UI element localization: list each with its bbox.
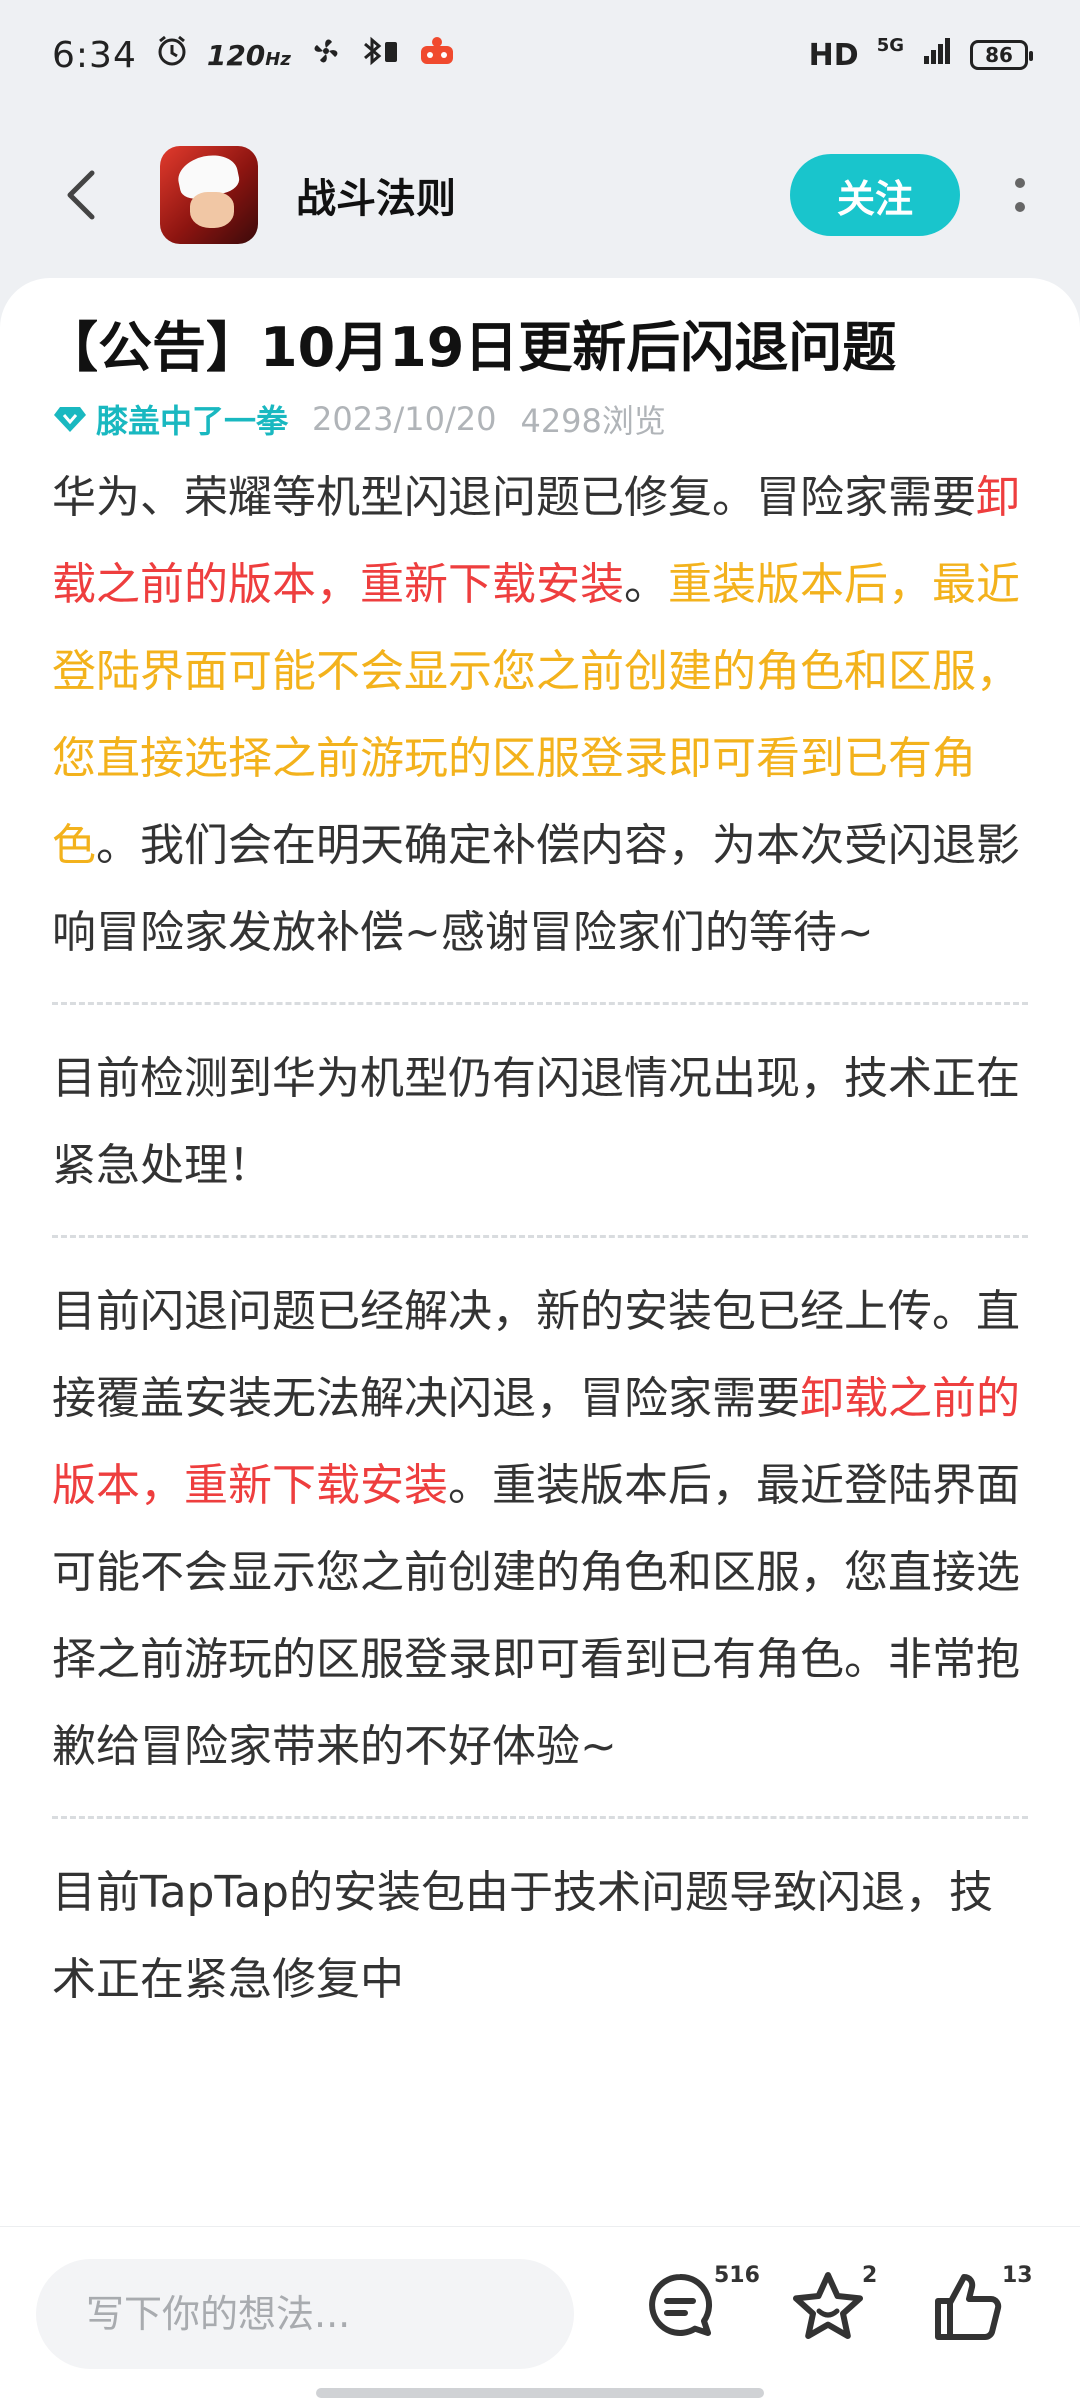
p1-text-b: 。 (624, 559, 668, 610)
post-paragraph-1: 华为、荣耀等机型闪退问题已修复。冒险家需要卸载之前的版本，重新下载安装。重装版本… (52, 454, 1028, 976)
comment-input[interactable] (36, 2259, 574, 2369)
home-indicator[interactable] (316, 2388, 764, 2398)
app-header: 战斗法则 关注 (0, 130, 1080, 260)
back-button[interactable] (40, 155, 120, 235)
post-meta: 膝盖中了一拳 2023/10/20 4298浏览 (52, 394, 1028, 444)
game-app-icon (419, 34, 455, 77)
divider (52, 1002, 1028, 1005)
p1-text-c: 。我们会在明天确定补偿内容，为本次受闪退影响冒险家发放补偿~感谢冒险家们的等待~ (52, 820, 1020, 958)
refresh-rate: 120Hz (207, 39, 291, 72)
divider (52, 1816, 1028, 1819)
p1-text-a: 华为、荣耀等机型闪退问题已修复。冒险家需要 (52, 472, 976, 523)
comment-button[interactable]: 516 (640, 2263, 760, 2357)
status-time: 6:34 (52, 34, 137, 76)
post-paragraph-3: 目前闪退问题已经解决，新的安装包已经上传。直接覆盖安装无法解决闪退，冒险家需要卸… (52, 1268, 1028, 1790)
network-hd: HD (808, 37, 859, 73)
fan-icon (309, 34, 343, 77)
network-gen: 5G (876, 34, 904, 56)
bottom-action-bar: 516 2 13 (0, 2226, 1080, 2400)
signal-icon (922, 35, 952, 75)
post-paragraph-2: 目前检测到华为机型仍有闪退情况出现，技术正在紧急处理！ (52, 1053, 1020, 1191)
follow-button[interactable]: 关注 (790, 154, 960, 236)
author-name: 膝盖中了一拳 (96, 402, 289, 440)
comment-count: 516 (714, 2263, 760, 2288)
post-views: 4298浏览 (520, 402, 666, 440)
more-vert-icon (1015, 178, 1025, 188)
app-icon[interactable] (160, 146, 258, 244)
battery-indicator: 86 (970, 40, 1033, 70)
more-vert-dot (1015, 202, 1025, 212)
refresh-rate-value: 120 (206, 38, 266, 72)
status-right: HD 5G 86 (808, 34, 1033, 75)
bluetooth-battery-icon (361, 34, 401, 77)
status-bar: 6:34 120Hz HD 5G 86 (0, 0, 1080, 110)
refresh-rate-unit: Hz (265, 48, 291, 70)
post-date: 2023/10/20 (312, 400, 497, 438)
post-title: 【公告】10月19日更新后闪退问题 (44, 316, 897, 379)
author-link[interactable]: 膝盖中了一拳 (52, 396, 288, 442)
scroll-fade (0, 2090, 1080, 2230)
alarm-icon (155, 34, 189, 77)
comment-icon (649, 2273, 713, 2336)
diamond-icon (54, 407, 86, 432)
star-icon (793, 2272, 863, 2339)
post-paragraph-4: 目前TapTap的安装包由于技术问题导致闪退，技术正在紧急修复中 (52, 1867, 993, 2005)
favorite-count: 2 (862, 2263, 878, 2288)
thumbs-up-icon (935, 2274, 1002, 2340)
more-options-button[interactable] (1000, 155, 1040, 235)
back-arrow-icon (67, 170, 95, 220)
status-left: 6:34 120Hz (52, 34, 455, 77)
divider (52, 1235, 1028, 1238)
like-button[interactable]: 13 (930, 2263, 1033, 2357)
favorite-button[interactable]: 2 (788, 2263, 878, 2357)
app-name[interactable]: 战斗法则 (296, 166, 790, 224)
post-card: 【公告】10月19日更新后闪退问题 膝盖中了一拳 2023/10/20 4298… (0, 278, 1080, 2278)
like-count: 13 (1002, 2263, 1033, 2288)
